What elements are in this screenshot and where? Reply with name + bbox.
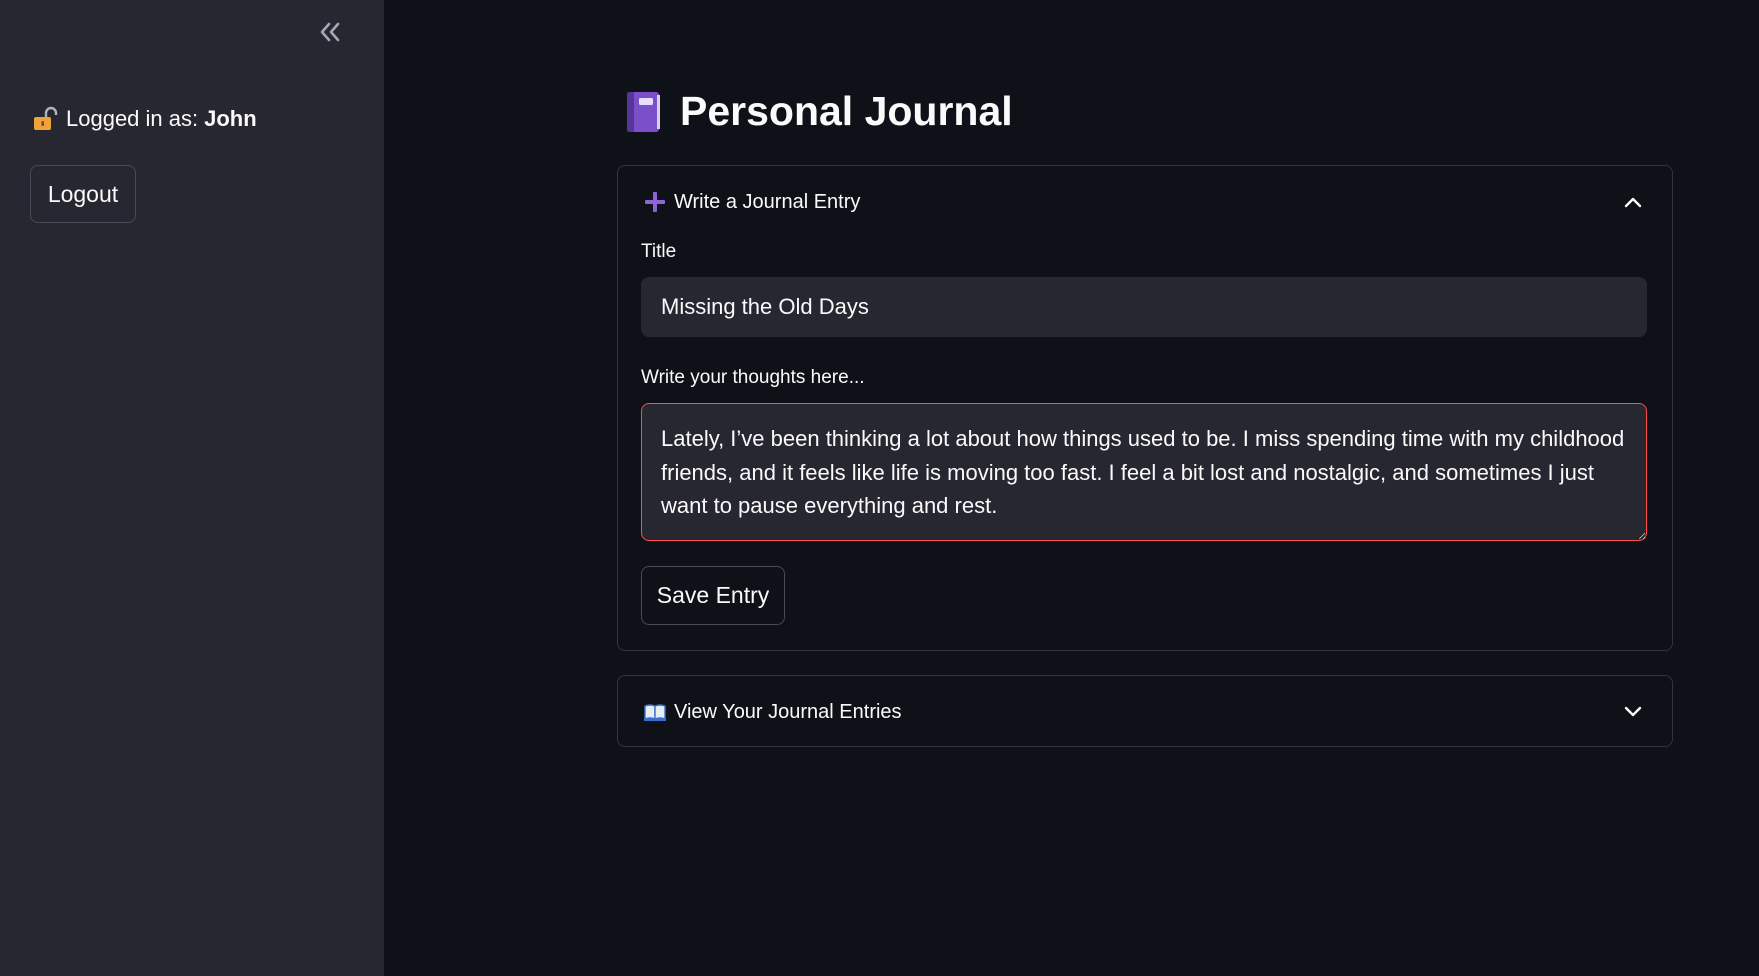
sidebar: Logged in as: John Logout	[0, 0, 384, 976]
write-entry-expander-label: Write a Journal Entry	[674, 190, 861, 213]
thoughts-field-label: Write your thoughts here...	[641, 367, 865, 388]
logged-in-label: Logged in as:	[66, 106, 199, 131]
write-entry-expander-header[interactable]: Write a Journal Entry	[644, 185, 1646, 219]
save-entry-button[interactable]: Save Entry	[641, 566, 785, 625]
write-entry-expander: Write a Journal Entry Title Write your t…	[617, 165, 1673, 651]
thoughts-textarea[interactable]: Lately, I’ve been thinking a lot about h…	[641, 403, 1647, 541]
open-book-icon	[644, 703, 666, 721]
logout-button[interactable]: Logout	[30, 165, 136, 223]
view-entries-expander-header[interactable]: View Your Journal Entries	[644, 695, 1646, 729]
unlocked-padlock-icon	[32, 106, 58, 132]
app-root: Logged in as: John Logout Personal Journ…	[0, 0, 1759, 976]
title-field-label: Title	[641, 241, 677, 262]
chevron-up-icon[interactable]	[1624, 196, 1642, 208]
page-title-text: Personal Journal	[680, 88, 1013, 134]
main-content: Personal Journal Write a Journal Entry T…	[384, 0, 1759, 976]
chevron-down-icon[interactable]	[1624, 706, 1642, 718]
purple-notebook-icon	[624, 90, 662, 134]
view-entries-expander-label: View Your Journal Entries	[674, 700, 902, 723]
double-chevron-left-icon	[318, 21, 342, 48]
logged-in-status: Logged in as: John	[32, 106, 257, 132]
plus-icon	[644, 191, 666, 213]
username: John	[204, 106, 257, 131]
page-title: Personal Journal	[624, 88, 1013, 135]
view-entries-expander: View Your Journal Entries	[617, 675, 1673, 747]
collapse-sidebar-button[interactable]	[316, 18, 344, 50]
title-input[interactable]	[641, 277, 1647, 337]
